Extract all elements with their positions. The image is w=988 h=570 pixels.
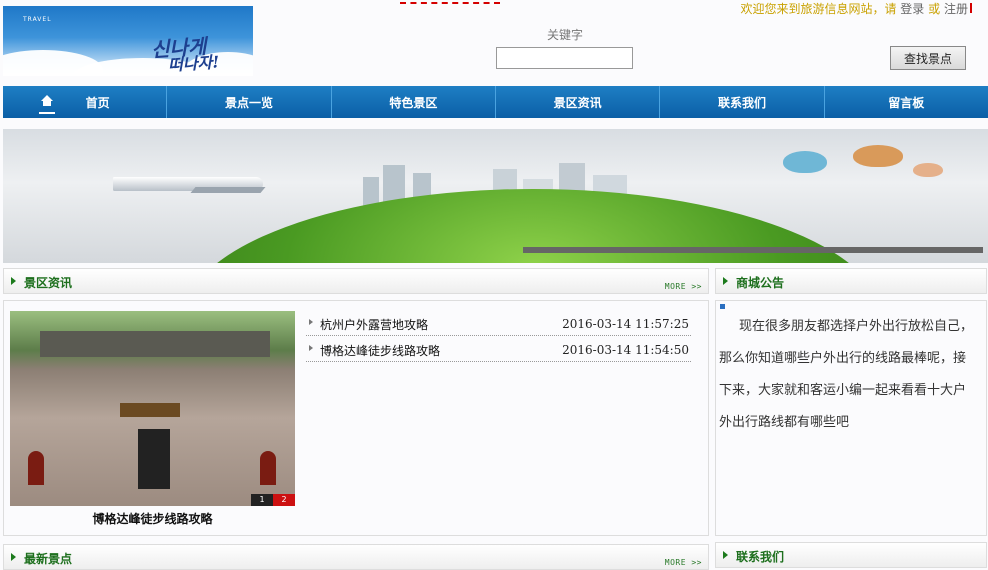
register-link[interactable]: 注册	[944, 2, 968, 16]
news-item[interactable]: 杭州户外露营地攻略 2016-03-14 11:57:25	[306, 313, 691, 336]
active-indicator	[39, 112, 55, 114]
news-item-title[interactable]: 杭州户外露营地攻略	[320, 316, 428, 333]
news-item-date: 2016-03-14 11:57:25	[562, 317, 689, 331]
slide-window	[260, 451, 276, 485]
slideshow-pager: 1 2	[251, 494, 295, 506]
latest-panel-title: 最新景点	[24, 552, 73, 566]
welcome-bar: 欢迎您来到旅游信息网站，请 登录 或 注册	[740, 0, 976, 17]
site-logo[interactable]: TRAVEL 신나게 떠나자!	[3, 6, 253, 76]
slide-door	[138, 429, 170, 489]
slide-page-1[interactable]: 1	[251, 494, 273, 506]
news-item-date: 2016-03-14 11:54:50	[562, 343, 689, 357]
latest-more-link[interactable]: MORE >>	[665, 558, 702, 567]
nav-label: 联系我们	[717, 95, 766, 110]
news-slideshow-image[interactable]: 1 2	[10, 311, 295, 506]
nav-featured-spots[interactable]: 特色景区	[332, 86, 496, 118]
triangle-bullet-icon	[11, 277, 16, 285]
news-panel-title: 景区资讯	[24, 276, 73, 290]
banner-airship	[853, 145, 903, 167]
nav-label: 特色景区	[389, 95, 438, 110]
latest-panel-header: 最新景点 MORE >>	[3, 544, 709, 570]
slide-plaque	[120, 403, 180, 417]
logo-script-line2: 떠나자!	[167, 52, 220, 75]
news-more-link[interactable]: MORE >>	[665, 282, 702, 291]
banner-airship	[783, 151, 827, 173]
notice-marker-icon	[720, 304, 725, 309]
main-nav: 首页 景点一览 特色景区 景区资讯 联系我们 留言板	[3, 86, 988, 118]
banner-airship	[913, 163, 943, 177]
nav-label: 景区资讯	[553, 95, 602, 110]
nav-home[interactable]: 首页	[3, 86, 168, 118]
logo-brand: TRAVEL	[23, 16, 52, 23]
welcome-text: 欢迎您来到旅游信息网站，请	[740, 2, 897, 16]
contact-panel-title: 联系我们	[736, 550, 785, 564]
triangle-bullet-icon	[11, 553, 16, 561]
nav-label: 留言板	[888, 95, 925, 110]
slide-window	[28, 451, 44, 485]
news-item[interactable]: 博格达峰徒步线路攻略 2016-03-14 11:54:50	[306, 339, 691, 362]
triangle-bullet-icon	[723, 277, 728, 285]
or-text: 或	[928, 2, 941, 16]
news-panel-header: 景区资讯 MORE >>	[3, 268, 709, 294]
search-spots-button[interactable]: 查找景点	[890, 46, 966, 70]
nav-message-board[interactable]: 留言板	[825, 86, 988, 118]
home-icon-body	[43, 101, 51, 106]
news-item-title[interactable]: 博格达峰徒步线路攻略	[320, 342, 440, 359]
slideshow-caption[interactable]: 博格达峰徒步线路攻略	[10, 510, 295, 527]
login-link[interactable]: 登录	[900, 2, 924, 16]
banner-airplane-wing	[190, 187, 266, 193]
nav-label: 景点一览	[224, 95, 273, 110]
red-mark	[970, 3, 976, 13]
nav-spot-news[interactable]: 景区资讯	[496, 86, 661, 118]
nav-contact[interactable]: 联系我们	[660, 86, 825, 118]
top-decoration	[400, 0, 500, 4]
triangle-bullet-icon	[723, 551, 728, 559]
arrow-bullet-icon	[309, 345, 313, 351]
nav-label: 首页	[85, 95, 110, 110]
hero-banner	[3, 129, 988, 263]
notice-text: 现在很多朋友都选择户外出行放松自己，那么你知道哪些户外出行的线路最棒呢，接下来，…	[719, 319, 974, 430]
notice-panel-header: 商城公告	[715, 268, 987, 294]
notice-panel-title: 商城公告	[736, 276, 785, 290]
slide-page-2[interactable]: 2	[273, 494, 295, 506]
banner-railway	[523, 247, 983, 253]
nav-spot-list[interactable]: 景点一览	[167, 86, 332, 118]
slide-roof	[40, 331, 270, 357]
contact-panel-header: 联系我们	[715, 542, 987, 568]
keyword-label: 关键字	[547, 28, 584, 42]
keyword-input[interactable]	[496, 47, 633, 69]
arrow-bullet-icon	[309, 319, 313, 325]
